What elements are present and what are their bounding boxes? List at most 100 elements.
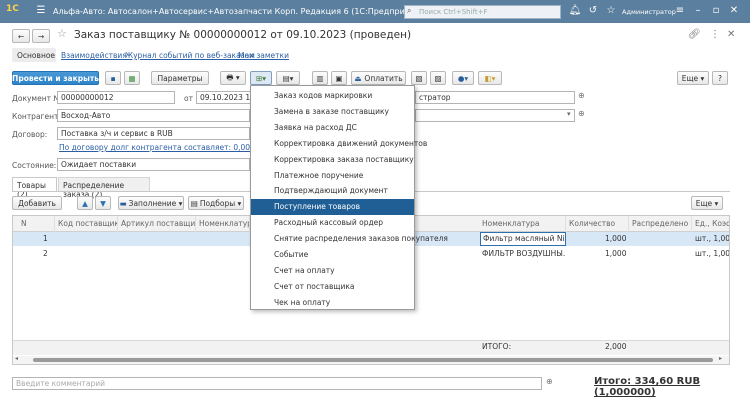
menu-item[interactable]: Расходный кассовый ордер: [251, 215, 414, 231]
menu-item[interactable]: Счет от поставщика: [251, 279, 414, 295]
contract-field[interactable]: Поставка з/ч и сервис в RUB: [57, 127, 250, 140]
dropdown-icon[interactable]: ▾: [567, 110, 571, 118]
more-vert-icon[interactable]: ⋮: [710, 29, 720, 40]
menu-item[interactable]: Корректировка движений документов: [251, 136, 427, 152]
menu-item[interactable]: Поступление товаров: [251, 199, 414, 216]
pay-icon: ⏏: [354, 73, 362, 83]
restore-icon[interactable]: ▫: [709, 4, 723, 18]
doc-number-field[interactable]: 00000000012: [57, 91, 175, 104]
scroll-left-icon[interactable]: ◂: [15, 355, 18, 362]
date-field[interactable]: 09.10.2023 15:2: [196, 91, 251, 104]
menu-item[interactable]: Корректировка заказа поставщику: [251, 152, 414, 168]
attach-button[interactable]: ▧: [411, 71, 427, 85]
horizontal-scrollbar[interactable]: ◂ ▸: [13, 355, 729, 364]
move-up-button[interactable]: ▲: [77, 196, 93, 210]
scroll-thumb[interactable]: [33, 358, 713, 362]
report-button[interactable]: ▣: [331, 71, 347, 85]
fill-button[interactable]: ▬ Заполнение ▾: [118, 196, 184, 210]
pay-button[interactable]: ⏏ Оплатить: [351, 71, 406, 85]
menu-item[interactable]: Платежное поручение: [251, 168, 414, 184]
tab-distribution[interactable]: Распределение заказа (2): [58, 177, 150, 199]
row-quantity: 1,000: [605, 249, 627, 258]
doc-number-label: Документ №:: [12, 94, 64, 103]
post-button[interactable]: ▦: [124, 71, 140, 85]
minimize-icon[interactable]: –: [691, 4, 705, 18]
col-item[interactable]: Номенклатура: [479, 216, 566, 232]
star-icon[interactable]: ☆: [604, 4, 618, 18]
save-icon: ▪: [110, 73, 116, 83]
row-number: 1: [43, 234, 48, 243]
favorite-star-icon[interactable]: ☆: [57, 27, 67, 40]
menu-item[interactable]: Снятие распределения заказов покупателя: [251, 231, 448, 247]
structure-button[interactable]: ▥: [312, 71, 328, 85]
copy-button[interactable]: ▨: [430, 71, 446, 85]
tab-web-log[interactable]: Журнал событий по веб-заказам: [125, 51, 255, 60]
total-label: ИТОГО:: [482, 342, 512, 351]
bell-icon[interactable]: 🔔︎: [568, 4, 582, 18]
close-doc-icon[interactable]: ✕: [727, 29, 735, 40]
comment-edit-icon[interactable]: ⊕: [546, 377, 553, 386]
row-item: ФИЛЬТР ВОЗДУШНЫ...: [482, 249, 566, 258]
menu-item[interactable]: Замена в заказе поставщику: [251, 104, 414, 120]
menu-item[interactable]: Чек на оплату: [251, 295, 414, 311]
col-supplier-article[interactable]: Артикул поставщика: [118, 216, 196, 232]
tab-main[interactable]: Основное: [12, 48, 56, 62]
table-more-button[interactable]: Еще ▾: [691, 196, 723, 210]
status-button[interactable]: ●▾: [452, 71, 474, 85]
create-based-icon: ⊞▾: [255, 73, 267, 83]
contract-label: Договор:: [12, 130, 48, 139]
close-icon[interactable]: ✕: [727, 4, 741, 18]
state-field[interactable]: Ожидает поставки: [57, 158, 250, 171]
menu-item[interactable]: Счет на оплату: [251, 263, 414, 279]
comment-input[interactable]: Введите комментарий: [12, 377, 542, 390]
save-button[interactable]: ▪: [105, 71, 121, 85]
move-down-button[interactable]: ▼: [95, 196, 111, 210]
col-unit[interactable]: Ед., Коэф: [692, 216, 729, 232]
scroll-right-icon[interactable]: ▸: [719, 355, 722, 362]
more-button[interactable]: Еще ▾: [677, 71, 709, 85]
related-docs-button[interactable]: ▤▾: [276, 71, 300, 85]
row-unit: шт., 1,000: [695, 234, 729, 243]
tab-interactions[interactable]: Взаимодействия: [61, 51, 127, 60]
select-icon: ▤: [190, 198, 198, 208]
forward-button[interactable]: →: [32, 29, 50, 43]
params-button[interactable]: Параметры: [151, 71, 209, 85]
row-number: 2: [43, 249, 48, 258]
user-name[interactable]: Администратор: [622, 8, 676, 16]
extra-button[interactable]: ◧▾: [478, 71, 502, 85]
col-supplier-item[interactable]: Номенклатура п: [196, 216, 250, 232]
menu-item[interactable]: Событие: [251, 247, 414, 263]
counterparty-field[interactable]: Восход-Авто: [57, 109, 250, 122]
col-distributed[interactable]: Распределено: [629, 216, 692, 232]
settings-icon[interactable]: ≡: [673, 4, 687, 18]
menu-item[interactable]: Заказ кодов маркировки: [251, 88, 414, 104]
link-icon[interactable]: 🔗︎: [688, 29, 701, 40]
responsible-field[interactable]: стратор: [415, 91, 575, 104]
select-button[interactable]: ▤ Подборы ▾: [188, 196, 244, 210]
add-row-button[interactable]: Добавить: [12, 196, 62, 210]
row-item[interactable]: Фильтр масляный Nis...: [480, 232, 566, 246]
menu-item[interactable]: Подтверждающий документ: [251, 183, 414, 199]
total-quantity: 2,000: [605, 342, 627, 351]
print-button[interactable]: 🖶︎ ▾: [220, 71, 246, 85]
open-link-icon[interactable]: ⊕: [578, 91, 585, 100]
back-button[interactable]: ←: [12, 29, 30, 43]
help-button[interactable]: ?: [712, 71, 728, 85]
arrow-down-icon: ▼: [100, 198, 106, 208]
date-label: от: [184, 94, 193, 103]
col-supplier-code[interactable]: Код поставщика: [55, 216, 118, 232]
menu-item[interactable]: Заявка на расход ДС: [251, 120, 414, 136]
col-quantity[interactable]: Количество: [566, 216, 629, 232]
search-input[interactable]: ⌕ Поиск Ctrl+Shift+F: [404, 5, 561, 19]
menu-icon[interactable]: ☰: [34, 4, 48, 18]
tab-goods[interactable]: Товары (2): [12, 177, 57, 199]
col-n[interactable]: N: [13, 216, 55, 232]
history-icon[interactable]: ↺: [586, 4, 600, 18]
post-close-button[interactable]: Провести и закрыть: [12, 71, 99, 85]
field-right-2[interactable]: [415, 109, 575, 122]
create-based-on-button[interactable]: ⊞▾: [250, 71, 272, 85]
tab-notes[interactable]: Мои заметки: [238, 51, 289, 60]
open-link-icon[interactable]: ⊕: [578, 109, 585, 118]
debt-link[interactable]: По договору долг контрагента составляет:…: [59, 143, 268, 152]
post-icon: ▦: [128, 73, 136, 83]
